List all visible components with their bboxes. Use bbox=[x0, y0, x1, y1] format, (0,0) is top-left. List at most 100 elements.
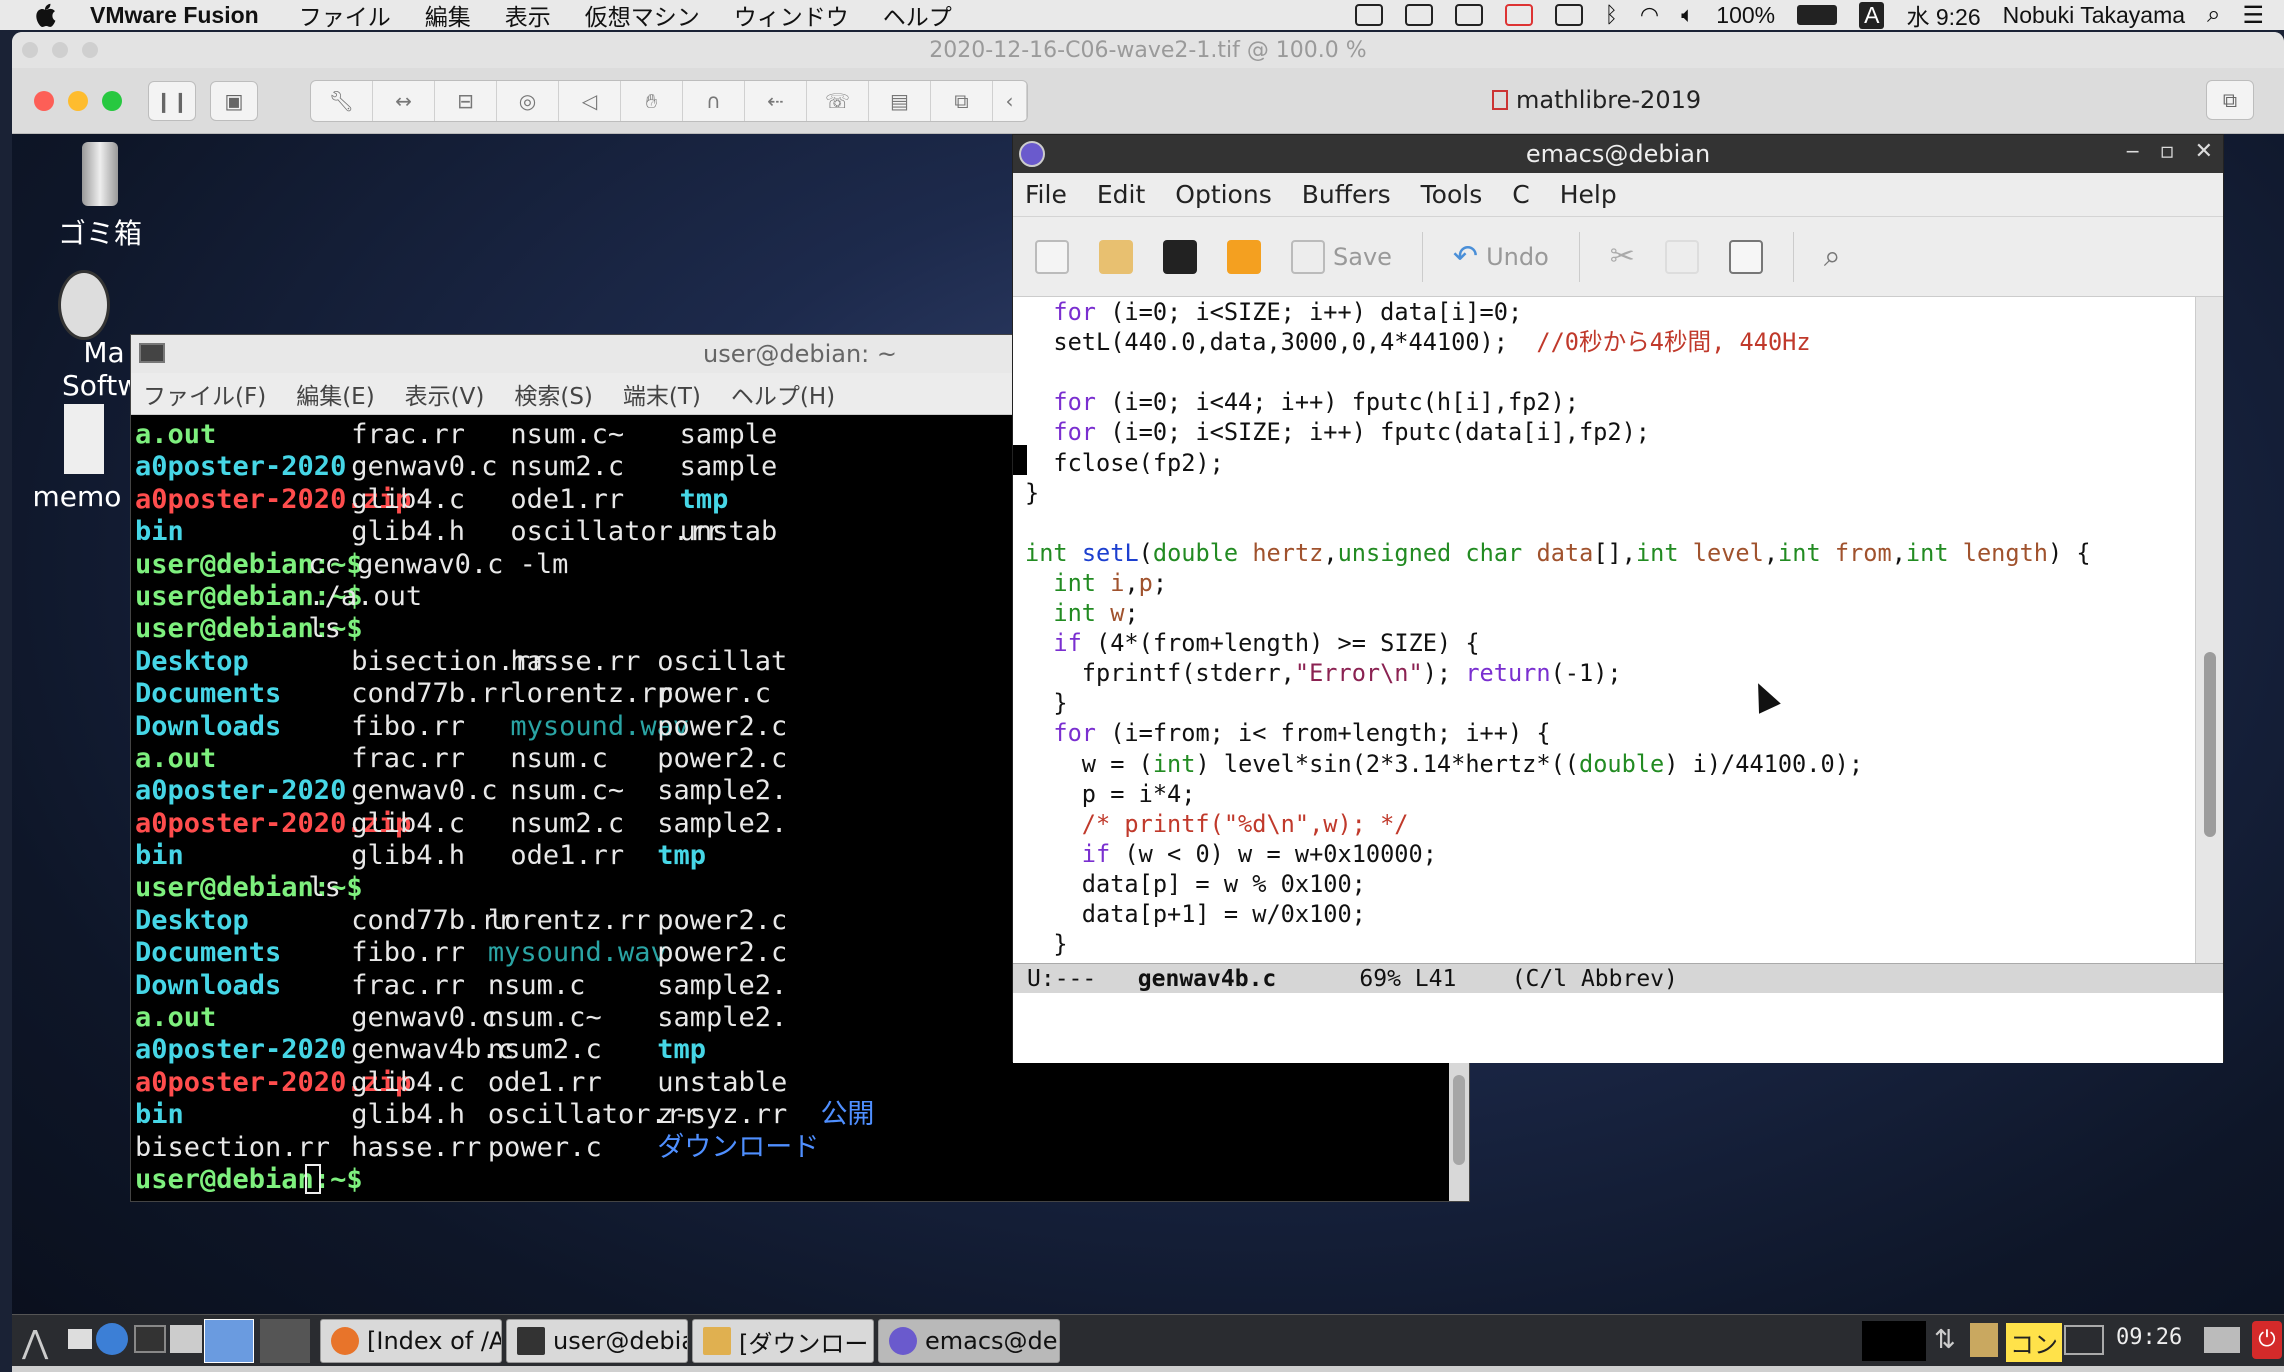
battery-icon[interactable] bbox=[1797, 5, 1838, 25]
app-name-menu[interactable]: VMware Fusion bbox=[90, 2, 259, 29]
terminal-entry: lorentz.rr bbox=[510, 678, 673, 710]
close-buffer-button[interactable] bbox=[1163, 239, 1197, 274]
term-menu-terminal[interactable]: 端末(T) bbox=[623, 377, 701, 411]
emacs-maximize-icon[interactable]: ▫ bbox=[2160, 139, 2175, 164]
sound-icon[interactable]: ◁ bbox=[559, 80, 621, 121]
emacs-menu-buffers[interactable]: Buffers bbox=[1302, 180, 1391, 209]
menu-view[interactable]: 表示 bbox=[505, 0, 551, 32]
minimize-all-icon[interactable] bbox=[68, 1329, 92, 1349]
close-window-button[interactable] bbox=[34, 90, 54, 111]
printer-icon[interactable]: ▤ bbox=[869, 80, 931, 121]
usb-icon[interactable]: ✋︎ bbox=[621, 80, 683, 121]
terminal-launch-icon[interactable] bbox=[134, 1325, 166, 1353]
paste-button[interactable] bbox=[1728, 239, 1763, 274]
emacs-menu-options[interactable]: Options bbox=[1175, 180, 1271, 209]
desktop-pager-1[interactable] bbox=[204, 1319, 254, 1363]
emacs-menu-edit[interactable]: Edit bbox=[1097, 180, 1145, 209]
recorder-icon[interactable] bbox=[1454, 4, 1483, 26]
search-button[interactable]: ⌕ bbox=[1824, 239, 1841, 274]
copy-button[interactable] bbox=[1664, 239, 1699, 274]
desktop-icon-mathlibre[interactable]: Ma Softw bbox=[34, 270, 140, 402]
power-button-icon[interactable]: ⏻ bbox=[2252, 1321, 2282, 1359]
camera-icon[interactable] bbox=[1354, 4, 1383, 26]
menu-file[interactable]: ファイル bbox=[299, 0, 391, 32]
terminal-entry: unstab bbox=[679, 516, 778, 548]
share-icon[interactable]: ⇠ bbox=[745, 80, 807, 121]
folder-share-icon[interactable]: ⧉ bbox=[931, 80, 993, 121]
menu-help[interactable]: ヘルプ bbox=[883, 0, 952, 32]
emacs-scroll-thumb[interactable] bbox=[2204, 652, 2216, 837]
snapshot-button[interactable]: ▣ bbox=[210, 80, 258, 121]
taskbar-clock[interactable]: 09:26 bbox=[2116, 1325, 2182, 1350]
browser-launch-icon[interactable] bbox=[96, 1323, 128, 1355]
emacs-menu-c[interactable]: C bbox=[1512, 180, 1529, 209]
network-tray-icon[interactable]: ⇅ bbox=[1934, 1325, 1956, 1355]
kill-buffer-button[interactable] bbox=[1227, 239, 1261, 274]
windows-launch-icon[interactable] bbox=[170, 1325, 202, 1353]
menubar-clock[interactable]: 水 9:26 bbox=[1906, 0, 1980, 32]
code-line: /* printf("%d\n",w); */ bbox=[1025, 809, 1409, 839]
clipboard-tray-icon[interactable] bbox=[1970, 1323, 1998, 1357]
network-icon[interactable]: ↔ bbox=[373, 80, 435, 121]
display-tray-icon[interactable] bbox=[2064, 1325, 2104, 1355]
term-menu-file[interactable]: ファイル(F) bbox=[143, 377, 266, 411]
emacs-buffer[interactable]: for (i=0; i<SIZE; i++) data[i]=0; setL(44… bbox=[1013, 297, 2223, 997]
desktop-trash[interactable]: ゴミ箱 bbox=[50, 142, 150, 252]
spotlight-search-icon[interactable]: ⌕ bbox=[2207, 1, 2220, 29]
notification-center-icon[interactable]: ☰ bbox=[2242, 1, 2264, 30]
start-menu-icon[interactable]: ⋀ bbox=[22, 1323, 48, 1361]
wifi-icon[interactable]: ◠ bbox=[1640, 2, 1659, 28]
input-mode-indicator[interactable]: A bbox=[1859, 1, 1885, 29]
task-terminal[interactable]: user@debian: ~ bbox=[506, 1319, 688, 1363]
bluetooth-icon[interactable]: ᛒ bbox=[1605, 2, 1618, 28]
emacs-minibuffer[interactable] bbox=[1013, 993, 2223, 1063]
emacs-menu-file[interactable]: File bbox=[1025, 180, 1067, 209]
camera-device-icon[interactable]: ☏ bbox=[807, 80, 869, 121]
disk-icon[interactable]: ⊟ bbox=[435, 80, 497, 121]
terminal-scroll-thumb[interactable] bbox=[1453, 1075, 1465, 1165]
menu-window[interactable]: ウィンドウ bbox=[734, 0, 849, 32]
guest-bottom-strip bbox=[12, 1366, 2284, 1372]
screens-icon[interactable] bbox=[1404, 4, 1433, 26]
headphone-icon[interactable]: ∩ bbox=[683, 80, 745, 121]
term-menu-view[interactable]: 表示(V) bbox=[405, 377, 485, 411]
code-line: fprintf(stderr,"Error\n"); return(-1); bbox=[1025, 658, 1622, 688]
emacs-menu-tools[interactable]: Tools bbox=[1421, 180, 1483, 209]
cut-button[interactable]: ✂ bbox=[1610, 239, 1635, 274]
task-filemanager[interactable]: [ダウンロード] bbox=[692, 1319, 874, 1363]
task-browser[interactable]: [Index of /Asir/as… bbox=[320, 1319, 502, 1363]
emacs-window[interactable]: emacs@debian ‒ ▫ ✕ File Edit Options Buf… bbox=[1012, 134, 2224, 1063]
menubar-user[interactable]: Nobuki Takayama bbox=[2003, 2, 2185, 29]
fusion-toolbar: ❙❙ ▣ 🔧︎ ↔ ⊟ ◎ ◁ ✋︎ ∩ ⇠ ☏ ▤ ⧉ ‹ mathlibre… bbox=[12, 68, 2284, 134]
open-file-button[interactable] bbox=[1099, 239, 1133, 274]
settings-wrench-icon[interactable]: 🔧︎ bbox=[311, 80, 373, 121]
term-menu-search[interactable]: 検索(S) bbox=[514, 377, 593, 411]
undo-button[interactable]: ↶ Undo bbox=[1453, 239, 1549, 274]
task-emacs[interactable]: emacs@debian bbox=[878, 1319, 1060, 1363]
cd-icon[interactable]: ◎ bbox=[497, 80, 559, 121]
fullscreen-button[interactable]: ⧉ bbox=[2206, 80, 2254, 120]
keyboard-tray-icon[interactable] bbox=[2204, 1327, 2240, 1353]
volume-icon[interactable]: 🔈︎ bbox=[1681, 2, 1694, 28]
menu-edit[interactable]: 編集 bbox=[425, 0, 471, 32]
menu-vm[interactable]: 仮想マシン bbox=[585, 0, 700, 32]
desktop-icon-memo[interactable]: memo bbox=[22, 404, 132, 513]
apple-menu-icon[interactable] bbox=[30, 0, 60, 30]
emacs-minimize-icon[interactable]: ‒ bbox=[2126, 139, 2140, 164]
display-icon[interactable] bbox=[1554, 4, 1583, 26]
emacs-scrollbar[interactable] bbox=[2195, 297, 2223, 997]
new-file-button[interactable] bbox=[1035, 239, 1069, 274]
input-method-indicator[interactable]: コン bbox=[2006, 1323, 2062, 1362]
desktop-pager-2[interactable] bbox=[260, 1319, 310, 1363]
collapse-chevron-icon[interactable]: ‹ bbox=[993, 80, 1027, 121]
save-button[interactable]: Save bbox=[1291, 239, 1392, 274]
minimize-window-button[interactable] bbox=[68, 90, 88, 111]
emacs-menu-help[interactable]: Help bbox=[1560, 180, 1617, 209]
zoom-window-button[interactable] bbox=[102, 90, 122, 111]
pause-vm-button[interactable]: ❙❙ bbox=[148, 80, 196, 121]
emacs-titlebar[interactable]: emacs@debian ‒ ▫ ✕ bbox=[1013, 135, 2223, 173]
dropbox-icon[interactable] bbox=[1504, 4, 1533, 26]
term-menu-help[interactable]: ヘルプ(H) bbox=[731, 377, 835, 411]
term-menu-edit[interactable]: 編集(E) bbox=[296, 377, 374, 411]
emacs-close-icon[interactable]: ✕ bbox=[2195, 139, 2213, 164]
